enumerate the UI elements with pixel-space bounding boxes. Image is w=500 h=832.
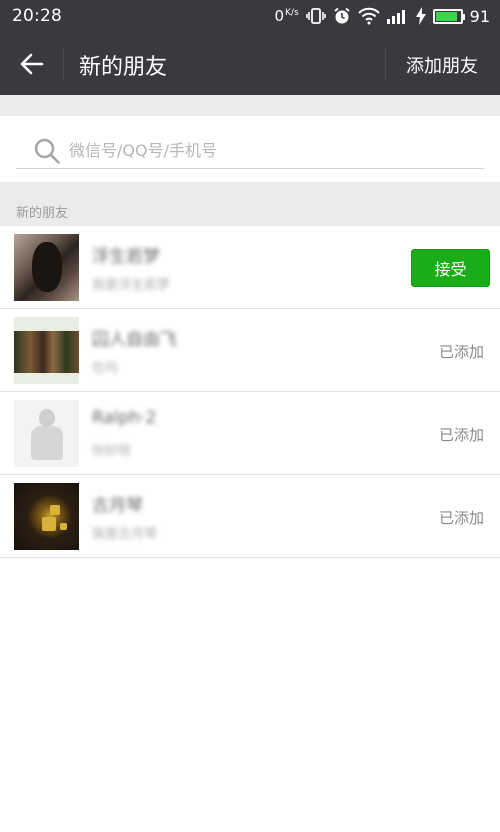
friend-message: 我是古月琴 [92,527,158,542]
added-status: 已添加 [438,426,484,444]
app-bar-divider [385,47,386,80]
back-button[interactable] [14,46,50,82]
network-speed: 0 K/s [274,7,298,25]
app-bar: 新的朋友 添加朋友 [0,32,500,95]
status-time: 20:28 [12,6,62,26]
search-input[interactable] [69,141,449,160]
status-bar: 20:28 0 K/s 91 [0,0,500,32]
friend-name: 浮生若梦 [92,247,160,267]
new-friends-screen: 20:28 0 K/s 91 新的朋友 添加朋友 微信号/QQ号/手机号 新的朋… [0,0,500,832]
search-area [0,116,500,182]
friend-name: 古月琴 [92,496,143,516]
vibrate-icon [305,7,326,25]
search-field[interactable] [16,133,484,169]
avatar [14,400,79,467]
friend-request-row[interactable]: Ralph·2 你好呀 已添加 [0,392,500,475]
spacer [0,95,500,116]
avatar [14,317,79,384]
section-title: 新的朋友 [16,206,69,221]
avatar [14,483,79,550]
battery-icon [432,8,465,24]
battery-fill [435,11,458,21]
added-status: 已添加 [438,509,484,527]
friend-message: 你好呀 [92,444,132,459]
app-bar-divider [63,47,64,80]
network-speed-value: 0 [274,7,285,25]
friend-request-row[interactable]: 囚人自由飞 在吗 已添加 [0,309,500,392]
friend-request-row[interactable]: 浮生若梦 我是浮生若梦 接受 [0,226,500,309]
network-speed-unit: K/s [285,8,299,18]
section-header: 新的朋友 [0,182,500,226]
friend-name: 囚人自由飞 [92,330,177,350]
added-status: 已添加 [438,343,484,361]
charging-icon [415,7,426,25]
arrow-left-icon [20,53,44,75]
friend-message: 在吗 [92,361,119,376]
friend-message: 我是浮生若梦 [92,278,171,293]
friend-name: Ralph·2 [92,408,157,428]
page-title: 新的朋友 [79,55,168,80]
friend-request-row[interactable]: 古月琴 我是古月琴 已添加 [0,475,500,558]
avatar [14,234,79,301]
signal-icon [386,8,409,24]
friend-request-list: 浮生若梦 我是浮生若梦 接受 囚人自由飞 在吗 已添加 Ralph·2 你好呀 … [0,226,500,558]
alarm-icon [333,7,351,25]
search-icon [34,138,60,164]
status-indicators: 0 K/s 91 [274,7,490,26]
wifi-icon [357,7,380,25]
battery-level: 91 [469,6,490,26]
accept-button[interactable]: 接受 [411,249,490,287]
add-friend-button[interactable]: 添加朋友 [406,52,478,78]
